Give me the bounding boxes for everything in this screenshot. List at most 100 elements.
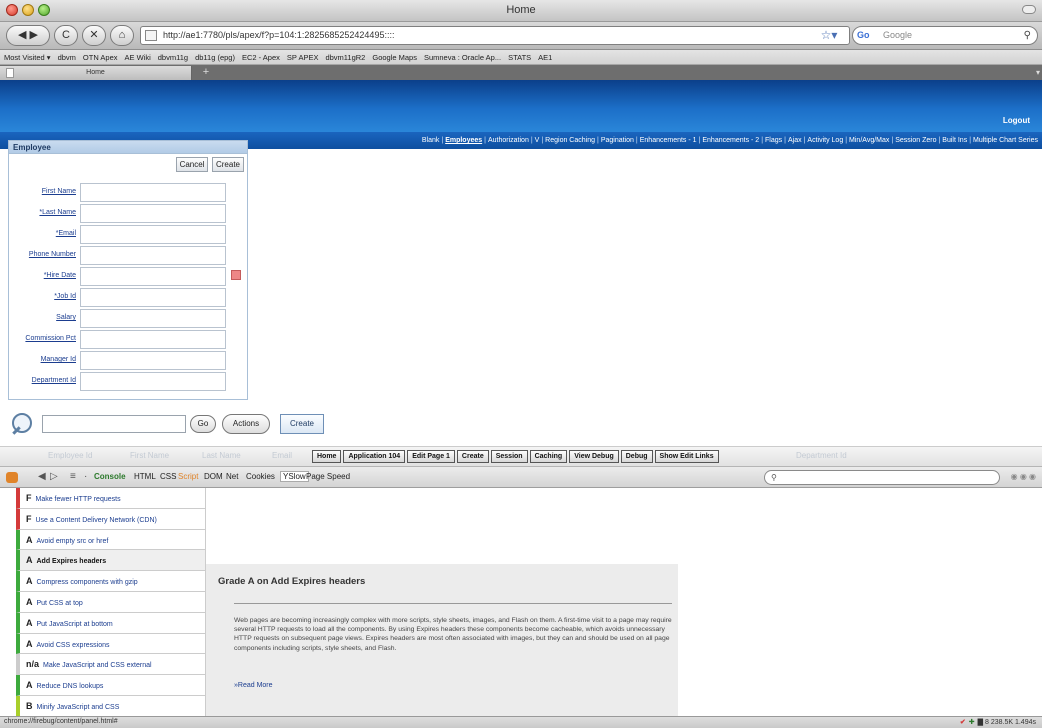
field-label[interactable]: Phone Number bbox=[29, 251, 76, 258]
tab-list-icon[interactable]: ▾ bbox=[1036, 66, 1040, 79]
bookmark-item[interactable]: OTN Apex bbox=[83, 53, 118, 62]
field-label[interactable]: *Email bbox=[56, 230, 76, 237]
nav-tab-flags[interactable]: Flags bbox=[763, 132, 784, 149]
dev-edit-page-1-button[interactable]: Edit Page 1 bbox=[407, 450, 455, 463]
yslow-rule-item[interactable]: n/a Make JavaScript and CSS external bbox=[16, 654, 205, 676]
back-icon[interactable]: ◀ bbox=[38, 471, 46, 482]
yslow-rule-item[interactable]: A Reduce DNS lookups bbox=[16, 675, 205, 696]
dev-show-edit-links-button[interactable]: Show Edit Links bbox=[654, 450, 719, 463]
field-input[interactable] bbox=[80, 267, 226, 286]
firebug-tab-cookies[interactable]: Cookies bbox=[246, 472, 275, 481]
firebug-window-buttons[interactable]: ◉ ◉ ◉ bbox=[1011, 472, 1036, 481]
field-input[interactable] bbox=[80, 183, 226, 202]
calendar-icon[interactable] bbox=[231, 270, 241, 280]
firebug-tab-yslow[interactable]: YSlow bbox=[280, 471, 309, 482]
nav-tab-blank[interactable]: Blank bbox=[420, 132, 442, 149]
reload-button[interactable]: C bbox=[54, 25, 78, 46]
toolbar-toggle-button[interactable] bbox=[1022, 5, 1036, 14]
firebug-search-input[interactable]: ⚲ bbox=[764, 470, 1000, 485]
firebug-tab-css[interactable]: CSS bbox=[160, 472, 176, 481]
field-input[interactable] bbox=[80, 351, 226, 370]
flag-icon[interactable]: ✚ bbox=[969, 719, 975, 726]
nav-tab-session-zero[interactable]: Session Zero bbox=[893, 132, 938, 149]
nav-tab-enhancements-2[interactable]: Enhancements - 2 bbox=[700, 132, 761, 149]
firebug-tab-console[interactable]: Console bbox=[94, 472, 126, 481]
report-column-header[interactable]: First Name bbox=[130, 451, 169, 460]
field-input[interactable] bbox=[80, 372, 226, 391]
yslow-rule-item[interactable]: A Put JavaScript at bottom bbox=[16, 612, 205, 634]
nav-tab-multiple-chart-series[interactable]: Multiple Chart Series bbox=[971, 132, 1040, 149]
field-input[interactable] bbox=[80, 204, 226, 223]
yslow-rule-item[interactable]: A Avoid CSS expressions bbox=[16, 633, 205, 655]
bookmark-item[interactable]: Sumneva : Oracle Ap... bbox=[424, 53, 501, 62]
field-input[interactable] bbox=[80, 246, 226, 265]
bookmark-item[interactable]: dbvm bbox=[58, 53, 76, 62]
forward-icon[interactable]: ▷ bbox=[50, 471, 58, 482]
bookmark-item[interactable]: dbvm11gR2 bbox=[325, 53, 365, 62]
yslow-rule-item[interactable]: F Make fewer HTTP requests bbox=[16, 488, 205, 509]
report-column-header[interactable]: Last Name bbox=[202, 451, 241, 460]
nav-tab-region-caching[interactable]: Region Caching bbox=[543, 132, 597, 149]
bookmark-item[interactable]: STATS bbox=[508, 53, 531, 62]
stop-button[interactable]: ✕ bbox=[82, 25, 106, 46]
nav-tab-built-ins[interactable]: Built Ins bbox=[940, 132, 969, 149]
field-label[interactable]: First Name bbox=[42, 188, 76, 195]
bookmark-item[interactable]: AE Wiki bbox=[125, 53, 151, 62]
field-label[interactable]: *Last Name bbox=[39, 209, 76, 216]
cancel-button[interactable]: Cancel bbox=[175, 157, 209, 172]
dev-application-104-button[interactable]: Application 104 bbox=[343, 450, 406, 463]
actions-button[interactable]: Actions bbox=[222, 414, 270, 434]
read-more-link[interactable]: »Read More bbox=[234, 682, 273, 689]
firebug-tab-html[interactable]: HTML bbox=[134, 472, 156, 481]
report-search-input[interactable] bbox=[42, 415, 186, 433]
field-label[interactable]: Department Id bbox=[32, 377, 76, 384]
create-report-button[interactable]: Create bbox=[280, 414, 324, 434]
yslow-rule-item[interactable]: A Compress components with gzip bbox=[16, 571, 205, 592]
field-label[interactable]: *Job Id bbox=[54, 293, 76, 300]
report-column-header[interactable]: Employee Id bbox=[48, 451, 92, 460]
nav-tab-employees[interactable]: Employees bbox=[443, 132, 484, 149]
menu-icon[interactable]: ≡ bbox=[70, 471, 76, 482]
nav-tab-authorization[interactable]: Authorization bbox=[486, 132, 531, 149]
bookmark-item[interactable]: SP APEX bbox=[287, 53, 319, 62]
nav-tab-activity-log[interactable]: Activity Log bbox=[805, 132, 845, 149]
nav-tab-ajax[interactable]: Ajax bbox=[786, 132, 804, 149]
nav-tab-enhancements-1[interactable]: Enhancements - 1 bbox=[638, 132, 699, 149]
firebug-tab-script[interactable]: Script bbox=[178, 472, 198, 481]
tab-home[interactable]: Home bbox=[0, 66, 192, 80]
yslow-rule-item[interactable]: A Avoid empty src or href bbox=[16, 529, 205, 551]
report-column-header[interactable]: Email bbox=[272, 451, 292, 460]
firebug-tab-net[interactable]: Net bbox=[226, 472, 238, 481]
firebug-tab-page-speed[interactable]: Page Speed bbox=[306, 472, 350, 481]
yslow-rule-item[interactable]: A Add Expires headers bbox=[16, 550, 205, 572]
field-label[interactable]: *Hire Date bbox=[44, 272, 76, 279]
search-icon[interactable]: ⚲ bbox=[1024, 27, 1031, 44]
firebug-tab-dom[interactable]: DOM bbox=[204, 472, 223, 481]
home-button[interactable]: ⌂ bbox=[110, 25, 134, 46]
field-input[interactable] bbox=[80, 330, 226, 349]
search-input[interactable]: Go Google ⚲ bbox=[852, 26, 1038, 45]
bookmark-item[interactable]: AE1 bbox=[538, 53, 552, 62]
bookmark-item[interactable]: Most Visited ▾ bbox=[4, 53, 51, 62]
field-label[interactable]: Manager Id bbox=[41, 356, 76, 363]
dev-home-button[interactable]: Home bbox=[312, 450, 342, 463]
field-label[interactable]: Commission Pct bbox=[25, 335, 76, 342]
field-input[interactable] bbox=[80, 309, 226, 328]
bookmark-item[interactable]: db11g (epg) bbox=[195, 53, 235, 62]
nav-tab-pagination[interactable]: Pagination bbox=[599, 132, 636, 149]
go-button[interactable]: Go bbox=[190, 415, 216, 433]
new-tab-button[interactable]: + bbox=[196, 66, 216, 80]
url-bar[interactable]: http://ae1:7780/pls/apex/f?p=104:1:28256… bbox=[140, 26, 850, 45]
field-label[interactable]: Salary bbox=[56, 314, 76, 321]
check-icon[interactable]: ✔ bbox=[960, 719, 966, 726]
bookmark-item[interactable]: dbvm11g bbox=[158, 53, 188, 62]
bookmark-item[interactable]: EC2 - Apex bbox=[242, 53, 280, 62]
back-forward-button[interactable]: ◀ ▶ bbox=[6, 25, 50, 46]
dev-caching-button[interactable]: Caching bbox=[529, 450, 568, 463]
field-input[interactable] bbox=[80, 225, 226, 244]
nav-tab-min-avg-max[interactable]: Min/Avg/Max bbox=[847, 132, 891, 149]
dev-view-debug-button[interactable]: View Debug bbox=[569, 450, 619, 463]
dev-debug-button[interactable]: Debug bbox=[620, 450, 653, 463]
yslow-rule-item[interactable]: B Minify JavaScript and CSS bbox=[16, 695, 205, 717]
firebug-icon[interactable] bbox=[6, 472, 18, 483]
